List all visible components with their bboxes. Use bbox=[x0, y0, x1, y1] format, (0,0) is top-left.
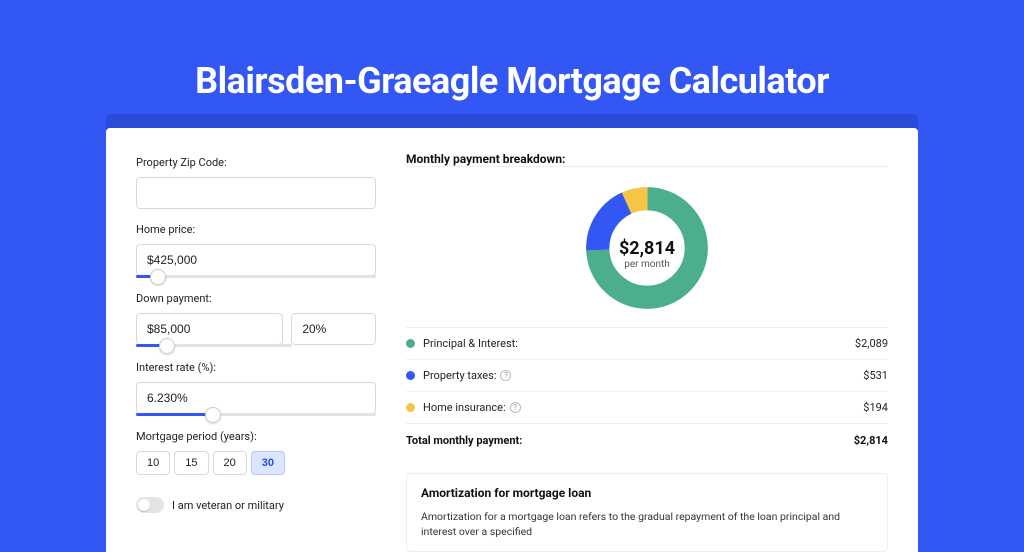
home-price-label: Home price: bbox=[136, 223, 376, 236]
down-payment-input[interactable] bbox=[136, 313, 283, 345]
legend-value: $2,089 bbox=[855, 337, 888, 350]
interest-slider[interactable] bbox=[136, 413, 376, 416]
legend-row: Property taxes:?$531 bbox=[406, 359, 888, 391]
legend-value: $531 bbox=[863, 369, 888, 382]
donut-sub: per month bbox=[619, 259, 675, 270]
calculator-frame: Property Zip Code: Home price: Down paym… bbox=[106, 114, 918, 552]
zip-input[interactable] bbox=[136, 177, 376, 209]
donut-chart: $2,814 per month bbox=[406, 177, 888, 327]
amortization-body: Amortization for a mortgage loan refers … bbox=[421, 510, 873, 539]
down-payment-slider[interactable] bbox=[136, 344, 292, 347]
legend-label: Home insurance:? bbox=[423, 401, 863, 414]
home-price-slider[interactable] bbox=[136, 275, 376, 278]
interest-label: Interest rate (%): bbox=[136, 361, 376, 374]
amortization-title: Amortization for mortgage loan bbox=[421, 486, 873, 500]
info-icon[interactable]: ? bbox=[500, 370, 511, 381]
legend-label: Property taxes:? bbox=[423, 369, 863, 382]
legend-row: Home insurance:?$194 bbox=[406, 391, 888, 423]
home-price-slider-thumb[interactable] bbox=[150, 269, 166, 285]
period-option-20[interactable]: 20 bbox=[213, 451, 247, 475]
period-option-15[interactable]: 15 bbox=[174, 451, 208, 475]
period-options: 10152030 bbox=[136, 451, 376, 475]
donut-center: $2,814 per month bbox=[619, 238, 675, 270]
donut-total: $2,814 bbox=[619, 238, 675, 259]
down-payment-slider-thumb[interactable] bbox=[159, 338, 175, 354]
period-option-10[interactable]: 10 bbox=[136, 451, 170, 475]
period-label: Mortgage period (years): bbox=[136, 430, 376, 443]
breakdown-column: Monthly payment breakdown: $2,814 per mo… bbox=[406, 152, 888, 552]
breakdown-title: Monthly payment breakdown: bbox=[406, 152, 888, 167]
legend-label: Principal & Interest: bbox=[423, 337, 855, 350]
total-value: $2,814 bbox=[854, 434, 888, 447]
down-payment-pct-input[interactable] bbox=[291, 313, 376, 345]
veteran-toggle[interactable] bbox=[136, 497, 164, 513]
legend-dot-icon bbox=[406, 403, 415, 412]
legend-row: Principal & Interest:$2,089 bbox=[406, 327, 888, 359]
down-payment-label: Down payment: bbox=[136, 292, 376, 305]
info-icon[interactable]: ? bbox=[510, 402, 521, 413]
legend-dot-icon bbox=[406, 339, 415, 348]
legend-value: $194 bbox=[863, 401, 888, 414]
total-row: Total monthly payment: $2,814 bbox=[406, 423, 888, 457]
interest-slider-thumb[interactable] bbox=[205, 407, 221, 423]
interest-input[interactable] bbox=[136, 382, 376, 414]
total-label: Total monthly payment: bbox=[406, 434, 522, 447]
legend-dot-icon bbox=[406, 371, 415, 380]
home-price-input[interactable] bbox=[136, 244, 376, 276]
calculator-card: Property Zip Code: Home price: Down paym… bbox=[106, 128, 918, 552]
veteran-label: I am veteran or military bbox=[172, 499, 284, 512]
page-title: Blairsden-Graeagle Mortgage Calculator bbox=[0, 0, 1024, 102]
period-option-30[interactable]: 30 bbox=[251, 451, 285, 475]
inputs-column: Property Zip Code: Home price: Down paym… bbox=[136, 152, 376, 552]
zip-label: Property Zip Code: bbox=[136, 156, 376, 169]
interest-slider-fill bbox=[136, 413, 213, 416]
amortization-card: Amortization for mortgage loan Amortizat… bbox=[406, 473, 888, 552]
